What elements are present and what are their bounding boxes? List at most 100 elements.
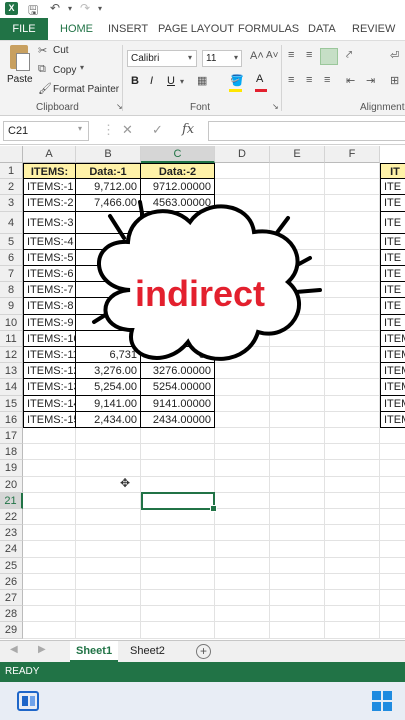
grid-cell[interactable] (325, 282, 380, 299)
align-center-icon[interactable]: ≡ (306, 74, 312, 86)
grid-cell[interactable] (23, 606, 76, 623)
table-cell-data2[interactable]: 2434.00000 (141, 411, 215, 428)
grid-cell[interactable] (215, 557, 270, 574)
column-header-e[interactable]: E (270, 146, 325, 163)
grid-cell[interactable] (325, 195, 380, 212)
grid-cell[interactable] (270, 395, 325, 412)
grid-cell[interactable] (380, 622, 405, 639)
grid-cell[interactable] (215, 379, 270, 396)
table-cell-item[interactable]: ITE (380, 211, 405, 234)
grid-cell[interactable] (325, 211, 380, 234)
format-painter-button[interactable]: Format Painter (53, 84, 119, 95)
grid-cell[interactable] (325, 363, 380, 380)
grid-cell[interactable] (76, 573, 141, 590)
grid-cell[interactable] (76, 444, 141, 461)
table-cell-data1[interactable]: 2,434.00 (76, 411, 141, 428)
snap-layout-icon[interactable] (17, 691, 39, 711)
grid-cell[interactable] (141, 622, 215, 639)
grid-cell[interactable] (215, 590, 270, 607)
row-header-10[interactable]: 10 (0, 314, 23, 331)
table-cell-item[interactable]: ITEM (380, 363, 405, 380)
table-cell-item[interactable]: ITE (380, 282, 405, 299)
table-cell-item[interactable]: ITEMS:-3 (23, 211, 76, 234)
table-cell-item[interactable]: ITEM (380, 379, 405, 396)
grid-cell[interactable] (141, 509, 215, 526)
table-cell-item[interactable]: ITE (380, 233, 405, 250)
table-cell-item[interactable]: ITEMS:-6 (23, 266, 76, 283)
grid-cell[interactable] (325, 509, 380, 526)
grid-cell[interactable] (270, 476, 325, 493)
table-cell-item[interactable]: ITEMS:-8 (23, 298, 76, 315)
grid-cell[interactable] (141, 525, 215, 542)
grid-cell[interactable] (325, 379, 380, 396)
tab-formulas[interactable]: FORMULAS (238, 18, 299, 40)
grid-cell[interactable] (380, 525, 405, 542)
grid-cell[interactable] (215, 525, 270, 542)
grid-cell[interactable] (215, 541, 270, 558)
grid-cell[interactable] (215, 163, 270, 180)
grid-cell[interactable] (325, 492, 380, 509)
grid-cell[interactable] (380, 428, 405, 445)
grid-cell[interactable] (23, 428, 76, 445)
table-cell-data2[interactable]: 5254.00000 (141, 379, 215, 396)
table-cell-item[interactable]: ITE (380, 195, 405, 212)
table-cell-item[interactable]: ITEMS:-7 (23, 282, 76, 299)
grid-cell[interactable] (76, 557, 141, 574)
next-sheet-icon[interactable]: ▶ (38, 644, 46, 655)
grid-cell[interactable] (325, 298, 380, 315)
table-cell-item[interactable]: ITE (380, 266, 405, 283)
table-header-cell[interactable]: Data:-2 (141, 163, 215, 180)
grid-cell[interactable] (380, 558, 405, 574)
sheet-tab-sheet2[interactable]: Sheet2 (124, 641, 171, 662)
row-header-29[interactable]: 29 (0, 622, 23, 639)
grid-cell[interactable] (380, 574, 405, 590)
row-header-25[interactable]: 25 (0, 557, 23, 574)
table-cell-item[interactable]: ITEMS:-1 (23, 179, 76, 196)
grid-cell[interactable] (270, 622, 325, 639)
grid-cell[interactable] (380, 477, 405, 493)
grid-cell[interactable] (141, 541, 215, 558)
grid-cell[interactable] (325, 249, 380, 266)
grid-cell[interactable] (23, 590, 76, 607)
table-cell-item[interactable]: ITEMS:-11 (23, 347, 76, 364)
grid-cell[interactable] (325, 525, 380, 542)
formula-input[interactable] (208, 121, 405, 141)
undo-icon[interactable]: ↶ (50, 1, 60, 15)
grid-cell[interactable] (215, 444, 270, 461)
table-cell-data1[interactable]: 9,141.00 (76, 395, 141, 412)
italic-button[interactable]: I (150, 75, 153, 87)
grid-cell[interactable] (23, 573, 76, 590)
grid-cell[interactable] (76, 606, 141, 623)
row-header-3[interactable]: 3 (0, 195, 23, 212)
table-header-cell[interactable]: Data:-1 (76, 163, 141, 180)
fill-color-icon[interactable]: 🪣 (230, 74, 244, 87)
table-header-cell[interactable]: ITEMS: (23, 163, 76, 180)
chevron-down-icon[interactable]: ▾ (68, 4, 72, 13)
prev-sheet-icon[interactable]: ◀ (10, 644, 18, 655)
table-cell-item[interactable]: ITE (380, 314, 405, 331)
grid-cell[interactable] (215, 395, 270, 412)
grid-cell[interactable] (270, 428, 325, 445)
grid-cell[interactable] (270, 525, 325, 542)
grid-cell[interactable] (23, 509, 76, 526)
grid-cell[interactable] (270, 573, 325, 590)
grid-cell[interactable] (270, 509, 325, 526)
tab-review[interactable]: REVIEW (352, 18, 395, 40)
table-cell-item[interactable]: ITEMS:-14 (23, 395, 76, 412)
row-header-4[interactable]: 4 (0, 211, 23, 234)
chevron-down-icon[interactable]: ▾ (234, 53, 238, 62)
insert-function-button[interactable]: fx (182, 122, 194, 137)
align-middle-icon[interactable]: ≡ (306, 49, 312, 61)
increase-indent-icon[interactable]: ⇥ (366, 74, 375, 87)
cancel-icon[interactable]: ✕ (122, 122, 133, 138)
grid-cell[interactable] (325, 557, 380, 574)
grid-cell[interactable] (270, 379, 325, 396)
cut-button[interactable]: Cut (53, 45, 69, 56)
grid-cell[interactable] (23, 492, 76, 509)
row-header-19[interactable]: 19 (0, 460, 23, 477)
table-cell-item[interactable]: ITEMS:-4 (23, 233, 76, 250)
grid-cell[interactable] (325, 233, 380, 250)
table-cell-item[interactable]: ITEM (380, 411, 405, 428)
grid-cell[interactable] (325, 314, 380, 331)
dialog-launcher-icon[interactable]: ↘ (272, 102, 279, 111)
